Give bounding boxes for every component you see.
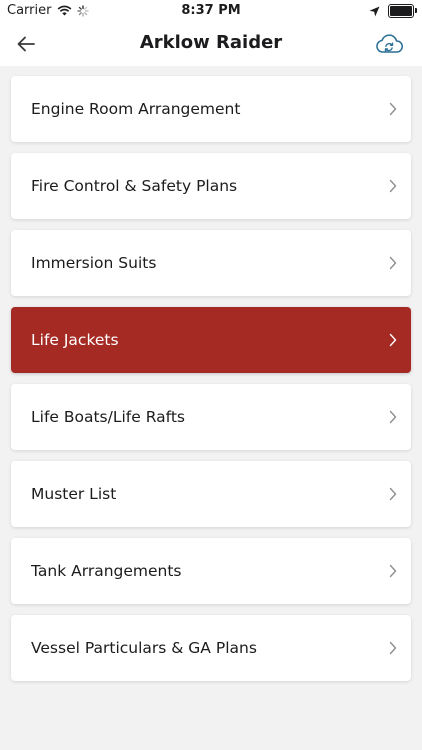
arrow-left-icon — [17, 36, 35, 52]
list-item-label: Fire Control & Safety Plans — [31, 177, 238, 195]
document-list: Engine Room Arrangement Fire Control & S… — [11, 76, 411, 692]
chevron-right-icon — [389, 179, 397, 193]
list-item-vessel-particulars-ga-plans[interactable]: Vessel Particulars & GA Plans — [11, 615, 411, 681]
list-item-life-boats-life-rafts[interactable]: Life Boats/Life Rafts — [11, 384, 411, 450]
nav-bar: Arklow Raider — [0, 22, 422, 66]
chevron-right-icon — [389, 333, 397, 347]
list-item-label: Muster List — [31, 485, 117, 503]
cloud-sync-button[interactable] — [372, 30, 406, 58]
list-item-label: Immersion Suits — [31, 254, 157, 272]
list-item-label: Life Jackets — [31, 331, 119, 349]
location-arrow-icon — [369, 6, 380, 16]
battery-icon — [388, 4, 417, 18]
back-button[interactable] — [12, 30, 40, 58]
page-title: Arklow Raider — [139, 32, 283, 53]
list-item-label: Life Boats/Life Rafts — [31, 408, 185, 426]
list-item-muster-list[interactable]: Muster List — [11, 461, 411, 527]
list-item-life-jackets[interactable]: Life Jackets — [11, 307, 411, 373]
chevron-right-icon — [389, 410, 397, 424]
chevron-right-icon — [389, 256, 397, 270]
status-time: 8:37 PM — [181, 3, 241, 18]
list-item-label: Tank Arrangements — [31, 562, 182, 580]
list-item-label: Engine Room Arrangement — [31, 100, 241, 118]
status-bar: Carrier 8:37 PM — [0, 0, 422, 22]
cloud-sync-icon — [376, 34, 403, 53]
list-item-immersion-suits[interactable]: Immersion Suits — [11, 230, 411, 296]
list-item-fire-control-safety-plans[interactable]: Fire Control & Safety Plans — [11, 153, 411, 219]
list-item-label: Vessel Particulars & GA Plans — [31, 639, 257, 657]
list-item-engine-room-arrangement[interactable]: Engine Room Arrangement — [11, 76, 411, 142]
chevron-right-icon — [389, 487, 397, 501]
chevron-right-icon — [389, 564, 397, 578]
list-item-tank-arrangements[interactable]: Tank Arrangements — [11, 538, 411, 604]
status-right — [369, 4, 417, 18]
battery-fill — [390, 6, 412, 16]
chevron-right-icon — [389, 641, 397, 655]
chevron-right-icon — [389, 102, 397, 116]
